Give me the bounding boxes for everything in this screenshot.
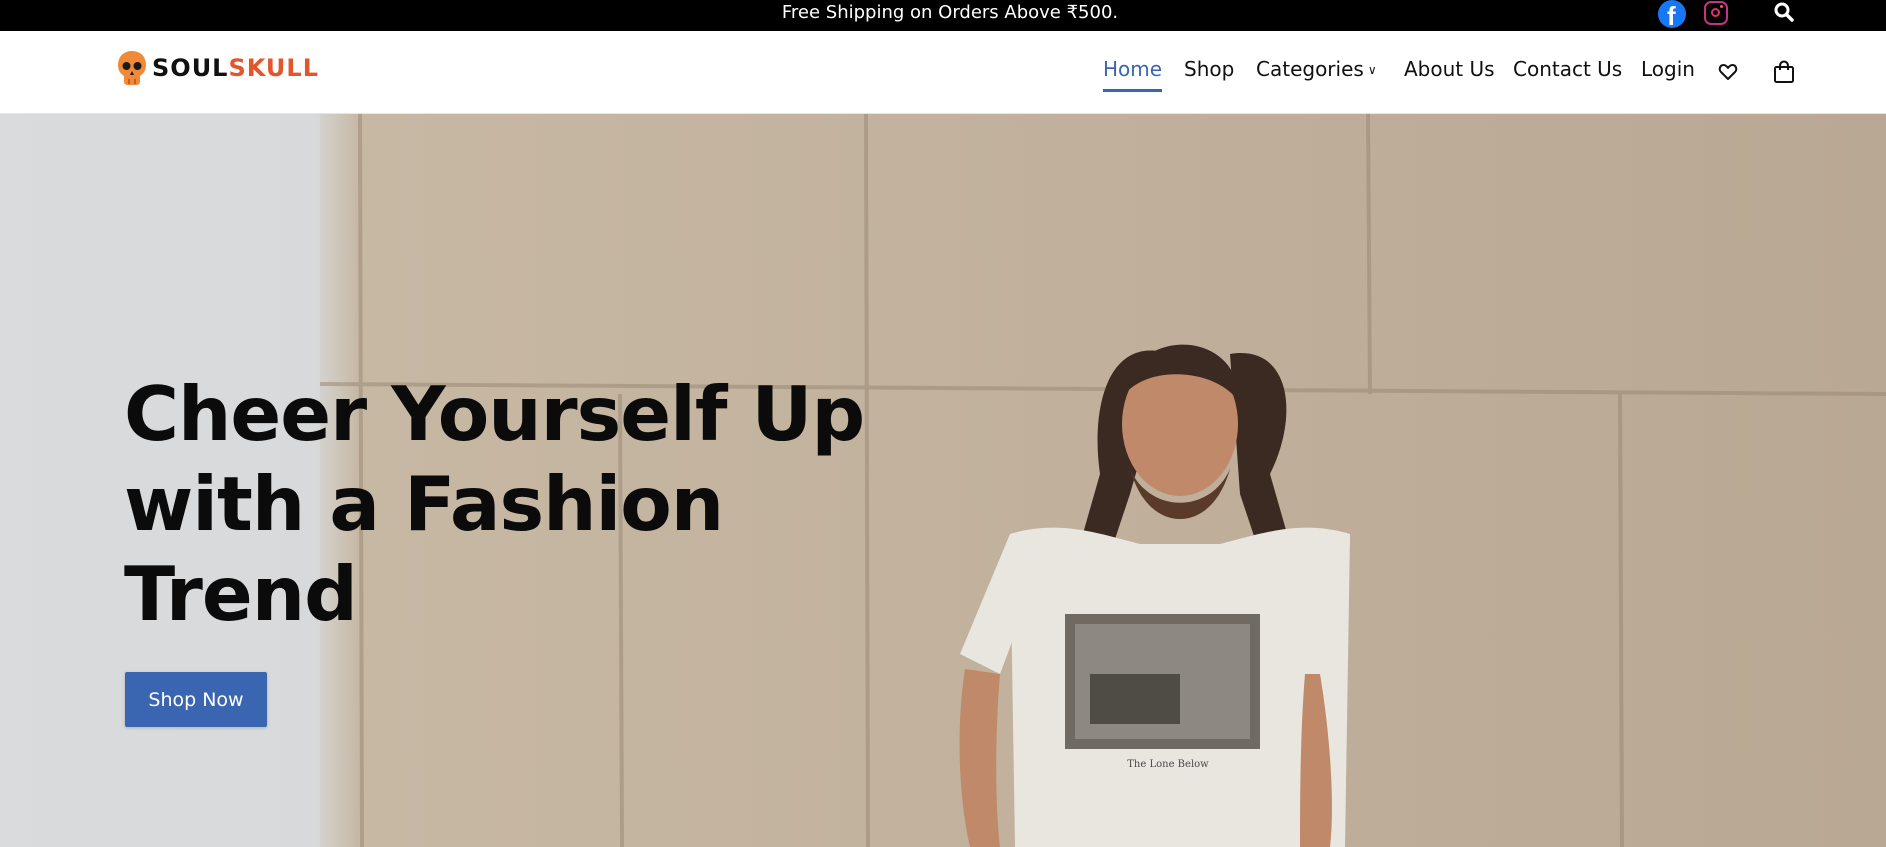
nav-contact-us[interactable]: Contact Us — [1513, 57, 1622, 87]
shop-now-button[interactable]: Shop Now — [125, 672, 267, 727]
hero-title: Cheer Yourself Up with a Fashion Trend — [124, 369, 884, 639]
skull-logo-icon — [118, 51, 146, 85]
nav-login[interactable]: Login — [1641, 57, 1695, 87]
nav-categories-label: Categories — [1256, 57, 1364, 81]
hero-title-line-2: with a Fashion — [124, 460, 724, 548]
hero-title-line-1: Cheer Yourself Up — [124, 370, 865, 458]
nav-about-us[interactable]: About Us — [1404, 57, 1495, 87]
hero-banner: The Lone Below Cheer Yourself Up with a … — [0, 114, 1886, 847]
site-logo[interactable]: SOULSKULL — [116, 48, 319, 88]
announcement-bar: Free Shipping on Orders Above ₹500. f — [0, 0, 1886, 31]
nav-home[interactable]: Home — [1103, 57, 1163, 92]
instagram-icon[interactable] — [1704, 1, 1728, 25]
chevron-down-icon: ∨ — [1367, 63, 1377, 77]
site-header: SOULSKULL Home Shop Categories ∨ About Us… — [0, 31, 1886, 114]
nav-categories[interactable]: Categories ∨ — [1256, 57, 1377, 87]
hero-title-line-3: Trend — [124, 550, 358, 638]
search-icon[interactable] — [1774, 2, 1794, 22]
logo-text-soul: SOUL — [152, 54, 229, 82]
cart-icon[interactable] — [1773, 60, 1795, 84]
facebook-icon[interactable]: f — [1658, 0, 1686, 31]
heart-icon[interactable] — [1718, 62, 1738, 82]
announcement-text: Free Shipping on Orders Above ₹500. — [781, 2, 1119, 23]
logo-text-skull: SKULL — [228, 54, 320, 82]
shirt-print-text: The Lone Below — [1127, 759, 1209, 770]
nav-shop[interactable]: Shop — [1184, 57, 1234, 87]
